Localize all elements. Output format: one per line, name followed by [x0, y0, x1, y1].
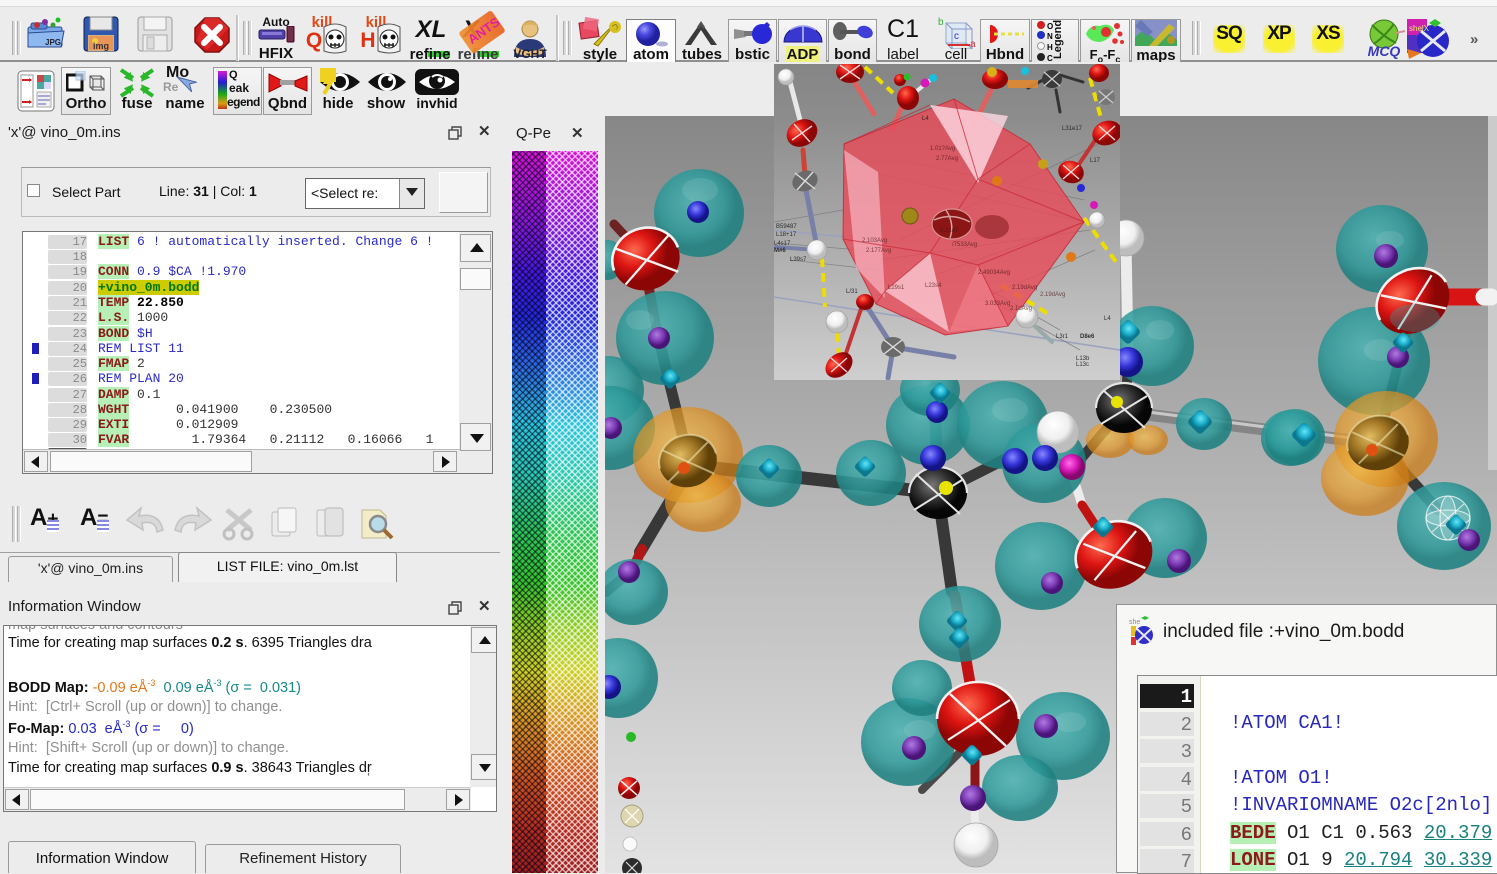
svg-text:L3r1: L3r1	[1056, 334, 1069, 340]
svg-text:L29s1: L29s1	[888, 285, 905, 291]
svg-text:shelX: shelX	[1409, 24, 1430, 33]
svg-text:2.19dAvg: 2.19dAvg	[1012, 285, 1037, 291]
svg-text:L18+17: L18+17	[776, 232, 797, 238]
svg-text:c: c	[954, 31, 959, 42]
svg-text:/7533Avg: /7533Avg	[952, 242, 977, 248]
svg-text:L4s17: L4s17	[774, 241, 791, 247]
svg-text:B59487: B59487	[776, 224, 797, 230]
svg-text:L13c: L13c	[1076, 362, 1089, 368]
svg-text:L39s7: L39s7	[790, 257, 807, 263]
svg-text:L/31: L/31	[846, 289, 858, 295]
svg-text:b: b	[938, 17, 944, 28]
svg-text:L17: L17	[1090, 158, 1101, 164]
svg-text:img: img	[93, 41, 109, 51]
svg-text:M#6: M#6	[774, 248, 786, 254]
svg-text:she: she	[1129, 619, 1140, 626]
svg-text:L4: L4	[1104, 316, 1111, 322]
svg-text:2.103Avg: 2.103Avg	[862, 238, 887, 244]
svg-text:2.49034Avg: 2.49034Avg	[978, 270, 1010, 276]
svg-text:L4: L4	[922, 116, 929, 122]
svg-text:0.21d7: 0.21d7	[940, 228, 959, 234]
svg-text:2.19dAvg: 2.19dAvg	[1040, 292, 1065, 298]
svg-text:2.77Avg: 2.77Avg	[936, 156, 958, 162]
svg-text:2.177Avg: 2.177Avg	[866, 248, 891, 254]
svg-text:2.1dAvg: 2.1dAvg	[1010, 306, 1032, 312]
svg-text:D8e6: D8e6	[1080, 334, 1095, 340]
svg-text:JPG: JPG	[45, 38, 61, 47]
svg-text:L23s4: L23s4	[925, 283, 942, 289]
svg-text:3.033Avg: 3.033Avg	[985, 301, 1010, 307]
svg-text:1.01?Avg: 1.01?Avg	[930, 146, 955, 152]
svg-text:L31e17: L31e17	[1062, 126, 1083, 132]
